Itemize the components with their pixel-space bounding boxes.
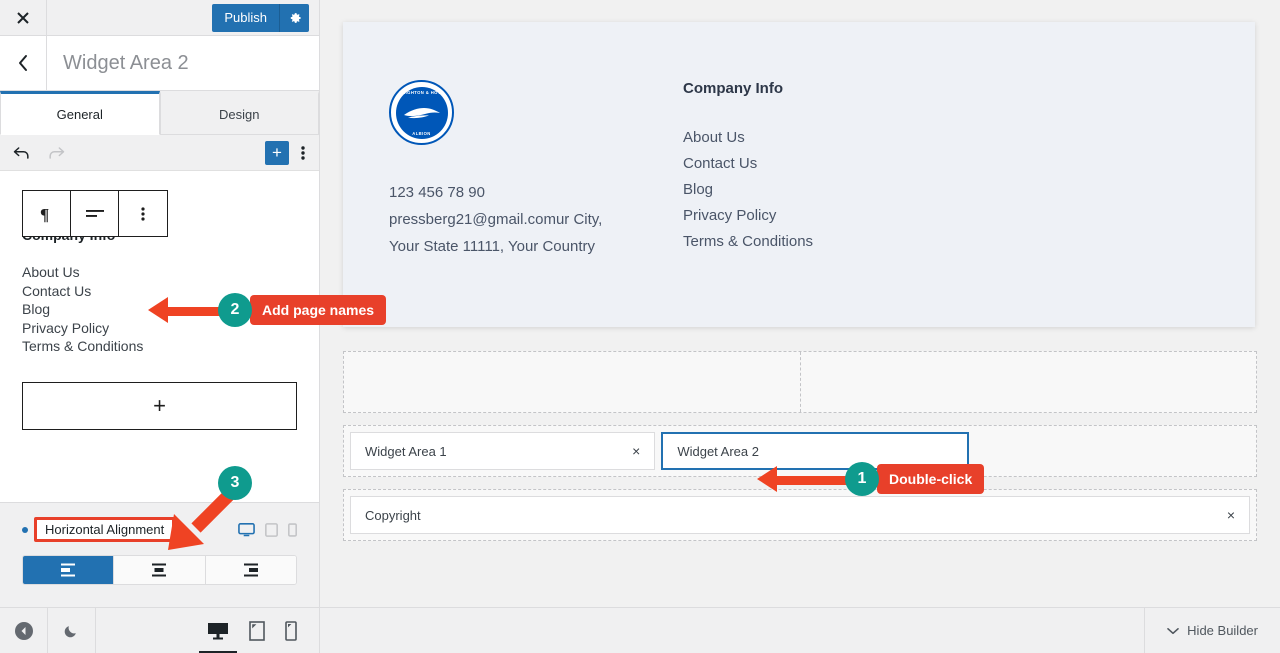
widget-chip-label: Widget Area 1 xyxy=(365,443,447,459)
logo-arc-bottom-text: ALBION xyxy=(412,130,431,136)
builder-footer: Hide Builder xyxy=(320,607,1280,653)
list-item[interactable]: About Us xyxy=(683,125,813,151)
sidebar-topbar: Publish xyxy=(0,0,319,36)
sidebar-titlebar: Widget Area 2 xyxy=(0,36,319,91)
builder-empty-column[interactable] xyxy=(344,352,801,412)
modified-dot-icon xyxy=(22,526,28,533)
callout-3-horizontal-alignment: 3 xyxy=(150,462,260,557)
callout-2-add-page-names: 2 Add page names xyxy=(148,293,387,327)
preview-device-switcher xyxy=(199,608,319,653)
moon-icon[interactable] xyxy=(48,608,96,653)
preview-phone: 123 456 78 90 xyxy=(389,184,485,201)
hide-builder-label: Hide Builder xyxy=(1187,623,1258,638)
add-block-button[interactable]: + xyxy=(265,140,289,165)
collapse-sidebar-icon[interactable] xyxy=(0,608,48,653)
gear-icon[interactable] xyxy=(279,3,309,32)
preview-inner: BRIGHTON & HOVE ALBION 123 456 78 90 pre… xyxy=(343,22,1255,260)
callout-label: Double-click xyxy=(877,464,985,494)
add-block-placeholder[interactable]: + xyxy=(22,381,297,430)
preview-contact-block: 123 456 78 90 pressberg21@gmail.comur Ci… xyxy=(389,179,683,260)
close-icon[interactable]: × xyxy=(1227,507,1235,523)
builder-empty-column[interactable] xyxy=(801,352,1257,412)
logo-arc-top-text: BRIGHTON & HOVE xyxy=(398,89,445,95)
widget-chip-label: Copyright xyxy=(365,507,421,523)
toolbar-right-group: + xyxy=(265,140,307,165)
preview-column-heading: Company Info xyxy=(683,80,783,97)
publish-button[interactable]: Publish xyxy=(212,3,279,32)
paragraph-icon[interactable]: ¶ xyxy=(23,191,71,236)
block-toolbar: ¶ xyxy=(22,190,168,237)
close-icon[interactable]: × xyxy=(632,443,640,459)
builder-copyright-row: Copyright × xyxy=(343,489,1257,541)
list-item[interactable]: Terms & Conditions xyxy=(22,337,297,356)
preview-and-builder-area: BRIGHTON & HOVE ALBION 123 456 78 90 pre… xyxy=(320,0,1280,653)
page-title: Widget Area 2 xyxy=(63,51,189,74)
kebab-menu-icon[interactable] xyxy=(299,145,307,161)
preview-email-address-line1: pressberg21@gmail.comur City, xyxy=(389,211,603,228)
chevron-down-icon xyxy=(1167,623,1179,638)
align-left-button[interactable] xyxy=(23,556,115,584)
tablet-icon[interactable] xyxy=(265,522,278,537)
align-right-button[interactable] xyxy=(205,556,296,584)
mobile-preview-icon[interactable] xyxy=(285,620,297,641)
footer-spacer xyxy=(96,608,207,653)
sidebar-footer xyxy=(0,607,319,653)
redo-icon[interactable] xyxy=(46,145,66,161)
preview-link-list: About Us Contact Us Blog Privacy Policy … xyxy=(683,125,813,255)
hide-builder-button[interactable]: Hide Builder xyxy=(1144,608,1280,653)
publish-group: Publish xyxy=(212,0,319,35)
logo-inner-disc: BRIGHTON & HOVE ALBION xyxy=(395,86,448,139)
preview-address-line2: Your State 11111, Your Country xyxy=(389,238,595,255)
align-center-button[interactable] xyxy=(114,556,206,584)
list-item[interactable]: Terms & Conditions xyxy=(683,229,813,255)
widget-area-1-chip[interactable]: Widget Area 1 × xyxy=(350,432,656,470)
list-item[interactable]: Contact Us xyxy=(683,151,813,177)
tablet-preview-icon[interactable] xyxy=(249,620,265,641)
svg-text:¶: ¶ xyxy=(40,205,49,223)
callout-number: 2 xyxy=(218,293,252,327)
list-item[interactable]: Privacy Policy xyxy=(683,203,813,229)
mobile-icon[interactable] xyxy=(288,522,297,537)
close-icon[interactable] xyxy=(0,0,47,35)
app-root: Publish Widget Area 2 General Design + A… xyxy=(0,0,1280,653)
callout-arrow-icon xyxy=(148,297,222,323)
preview-column-company-info: Company Info About Us Contact Us Blog Pr… xyxy=(683,80,813,260)
tab-general[interactable]: General xyxy=(0,91,160,135)
tab-design[interactable]: Design xyxy=(159,91,319,135)
widget-chip-label: Widget Area 2 xyxy=(677,443,759,459)
site-footer-preview: BRIGHTON & HOVE ALBION 123 456 78 90 pre… xyxy=(343,22,1255,327)
undo-icon[interactable] xyxy=(12,145,32,161)
callout-number: 3 xyxy=(218,466,252,500)
chevron-left-icon[interactable] xyxy=(0,36,47,90)
horizontal-alignment-group xyxy=(22,555,297,585)
desktop-preview-icon[interactable] xyxy=(199,621,237,653)
editor-toolbar: + xyxy=(0,135,319,171)
brighton-hove-albion-logo-icon: BRIGHTON & HOVE ALBION xyxy=(389,80,454,145)
builder-empty-row[interactable] xyxy=(343,351,1257,413)
callout-arrow-icon xyxy=(757,466,849,492)
panel-tabs: General Design xyxy=(0,91,319,135)
footer-builder: Widget Area 1 × Widget Area 2 Copyright … xyxy=(320,351,1280,553)
preview-column-contact: BRIGHTON & HOVE ALBION 123 456 78 90 pre… xyxy=(343,80,683,260)
copyright-chip[interactable]: Copyright × xyxy=(350,496,1250,534)
list-item[interactable]: Blog xyxy=(683,177,813,203)
builder-empty-slot[interactable] xyxy=(975,432,1250,470)
callout-label: Add page names xyxy=(250,295,387,325)
undo-redo-group xyxy=(12,145,66,161)
callout-number: 1 xyxy=(845,462,879,496)
kebab-menu-icon[interactable] xyxy=(119,191,167,236)
callout-1-double-click: 1 Double-click xyxy=(757,462,985,496)
list-item[interactable]: About Us xyxy=(22,263,297,282)
align-left-icon[interactable] xyxy=(71,191,119,236)
